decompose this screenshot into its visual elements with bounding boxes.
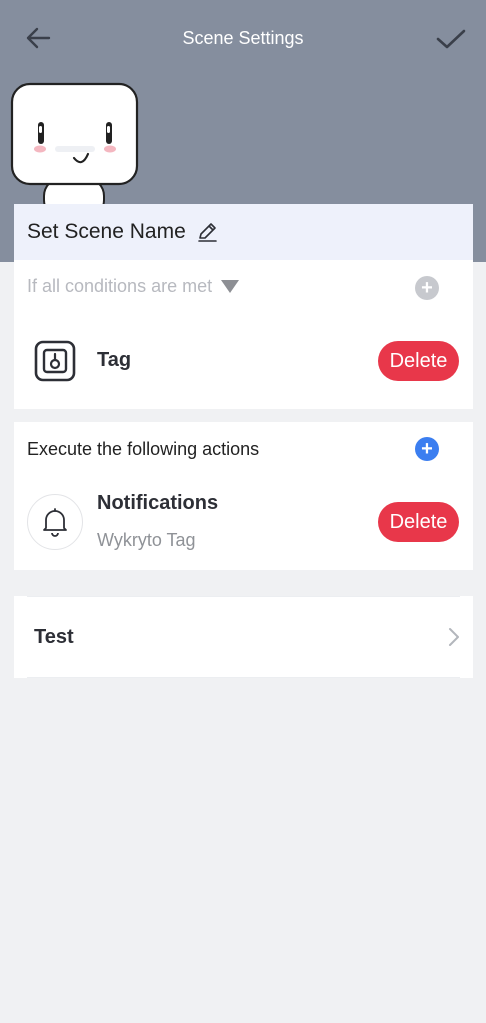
- pencil-icon[interactable]: [196, 221, 218, 243]
- bell-icon: [27, 494, 83, 550]
- scene-name-field[interactable]: Set Scene Name: [14, 204, 473, 260]
- condition-mode-selector[interactable]: If all conditions are met: [27, 276, 240, 297]
- action-item-title: Notifications: [97, 492, 219, 514]
- delete-action-button[interactable]: Delete: [378, 502, 459, 542]
- tag-device-icon: [34, 340, 76, 382]
- divider: [27, 677, 460, 678]
- add-condition-button[interactable]: +: [415, 276, 439, 300]
- checkmark-icon: [436, 29, 466, 49]
- mascot-illustration: [10, 82, 139, 210]
- actions-header-label: Execute the following actions: [27, 439, 260, 459]
- scene-name-label: Set Scene Name: [27, 220, 186, 243]
- plus-icon: +: [421, 276, 433, 299]
- add-action-button[interactable]: +: [415, 437, 439, 461]
- page-title: Scene Settings: [182, 28, 304, 48]
- conditions-card: If all conditions are met + Tag Delete: [14, 260, 473, 409]
- confirm-button[interactable]: [434, 24, 468, 54]
- divider: [27, 596, 460, 597]
- test-label: Test: [34, 626, 74, 648]
- action-item-subtitle: Wykryto Tag: [97, 530, 196, 550]
- chevron-right-icon: [449, 628, 459, 646]
- delete-condition-button[interactable]: Delete: [378, 341, 459, 381]
- actions-card: Execute the following actions + Notifica…: [14, 422, 473, 570]
- triangle-down-icon: [221, 280, 240, 293]
- plus-icon: +: [421, 437, 433, 460]
- condition-mode-label: If all conditions are met: [27, 276, 213, 296]
- condition-item-title: Tag: [97, 349, 132, 371]
- test-row[interactable]: Test: [14, 596, 473, 678]
